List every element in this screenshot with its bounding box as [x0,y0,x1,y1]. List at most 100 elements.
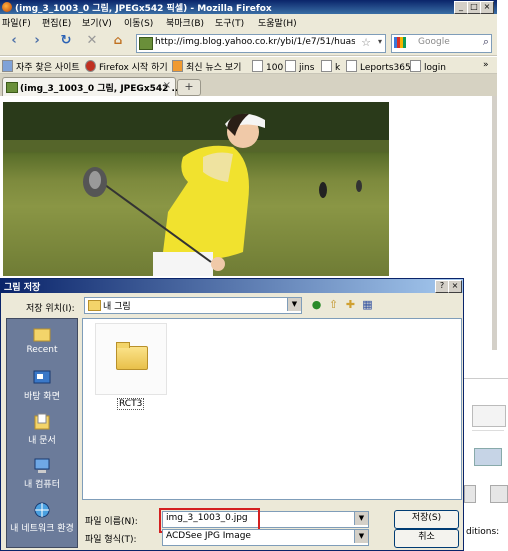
documents-icon [34,413,50,430]
place-label: 내 네트워크 환경 [10,524,74,534]
stop-icon[interactable]: ✕ [84,33,100,51]
save-in-label: 저장 위치(I): [26,304,75,314]
bookmark-label: login [424,63,446,73]
bookmark-100[interactable]: 100 [252,60,283,73]
computer-icon [34,458,50,473]
bookmark-getting-started[interactable]: Firefox 시작 하기 [85,60,168,73]
bookmark-login[interactable]: login [410,60,446,73]
bookmark-icon [2,60,13,72]
firefox-icon [2,2,12,12]
save-in-dropdown[interactable]: 내 그림 ▼ [84,297,302,314]
home-icon[interactable]: ⌂ [110,33,126,51]
filetype-label: 파일 형식(T): [85,535,137,545]
dialog-title: 그림 저장 [4,283,41,293]
file-list[interactable]: RCT3 [82,318,462,500]
place-my-documents[interactable]: 내 문서 [7,413,77,446]
bookmark-jins[interactable]: jins [285,60,314,73]
chevron-down-icon[interactable]: ▼ [354,530,368,543]
menu-view[interactable]: 보기(V) [82,16,112,29]
folder-rct3[interactable] [95,323,167,395]
dialog-close-button[interactable]: × [448,280,462,293]
save-button[interactable]: 저장(S) [394,510,459,529]
tab-close-icon[interactable]: × [163,80,171,91]
folder-icon [116,342,148,370]
bookmarks-toolbar: 자주 찾은 사이트 Firefox 시작 하기 최신 뉴스 보기 100 jin… [0,57,497,74]
bookmark-label: Firefox 시작 하기 [99,63,168,73]
place-recent[interactable]: Recent [7,325,77,355]
page-icon [346,60,357,72]
page-icon [252,60,263,72]
tab-favicon-icon [6,82,18,93]
back-arrow-icon[interactable]: ● [310,298,323,311]
google-icon[interactable] [394,37,406,48]
golfer-photo [3,102,389,276]
bookmark-label: 자주 찾은 사이트 [16,63,80,73]
bookmark-label: k [335,63,341,73]
search-bar[interactable]: Google ⌕ [391,34,492,53]
site-favicon-icon [139,37,153,50]
chevron-down-icon[interactable]: ▼ [287,298,301,311]
tab-image[interactable]: (img_3_1003_0 그림, JPEGx542 ... × [2,77,182,97]
bookmark-star-icon[interactable]: ☆ [361,36,371,49]
new-folder-icon[interactable]: ✚ [344,298,357,311]
background-window: ditions: [464,350,508,551]
close-button[interactable]: × [480,1,494,14]
url-dropdown-icon[interactable]: ▾ [378,37,382,46]
save-in-value: 내 그림 [103,302,131,312]
menu-tools[interactable]: 도구(T) [215,16,244,29]
bookmark-label: jins [299,63,315,73]
filetype-value: ACDSee JPG Image [166,531,251,541]
url-text: http://img.blog.yahoo.co.kr/ybi/1/e7/51/… [155,37,355,47]
desktop-icon [33,370,51,384]
navigation-toolbar: ‹ › ↻ ✕ ⌂ http://img.blog.yahoo.co.kr/yb… [0,29,497,56]
minimize-button[interactable]: _ [454,1,468,14]
place-network[interactable]: 내 네트워크 환경 [7,501,77,534]
bookmark-label: 100 [266,63,284,73]
place-desktop[interactable]: 바탕 화면 [7,369,77,402]
forward-icon[interactable]: › [26,33,48,51]
page-icon [410,60,421,72]
filetype-select[interactable]: ACDSee JPG Image ▼ [162,529,369,546]
filename-label: 파일 이름(N): [85,517,138,527]
page-icon [285,60,296,72]
save-image-dialog: 그림 저장 ? × 저장 위치(I): 내 그림 ▼ ● ⇧ ✚ ▦ Recen… [0,278,464,551]
folder-label[interactable]: RCT3 [117,398,145,410]
bookmark-label: 최신 뉴스 보기 [186,63,242,73]
rss-icon [172,60,183,72]
bookmark-k[interactable]: k [321,60,340,73]
menu-go[interactable]: 이동(S) [124,16,153,29]
menu-file[interactable]: 파일(F) [2,16,31,29]
firefox-bookmark-icon [85,60,96,72]
bookmarks-overflow-icon[interactable]: » [483,60,489,70]
dialog-titlebar: 그림 저장 ? × [1,279,463,293]
view-menu-icon[interactable]: ▦ [361,298,374,311]
reload-icon[interactable]: ↻ [58,33,74,51]
menu-bookmarks[interactable]: 북마크(B) [166,16,204,29]
menu-bar: 파일(F) 편집(E) 보기(V) 이동(S) 북마크(B) 도구(T) 도움말… [0,14,497,29]
place-label: 바탕 화면 [24,392,60,402]
place-my-computer[interactable]: 내 컴퓨터 [7,457,77,490]
url-bar[interactable]: http://img.blog.yahoo.co.kr/ybi/1/e7/51/… [136,34,386,53]
browser-titlebar: (img_3_1003_0 그림, JPEGx542 픽셀) - Mozilla… [0,0,497,14]
golfer-photo-graphic [3,102,389,276]
menu-help[interactable]: 도움말(H) [258,16,297,29]
bookmark-latest-news[interactable]: 최신 뉴스 보기 [172,60,241,73]
place-label: Recent [26,345,58,355]
search-icon[interactable]: ⌕ [483,35,489,49]
tab-strip: (img_3_1003_0 그림, JPEGx542 ... × + [0,74,497,97]
menu-edit[interactable]: 편집(E) [42,16,71,29]
bookmark-label: Leports365 [360,63,411,73]
bookmark-most-visited[interactable]: 자주 찾은 사이트 [2,60,80,73]
recent-icon [33,328,51,342]
help-button[interactable]: ? [435,280,449,293]
chevron-down-icon[interactable]: ▼ [354,512,368,525]
up-folder-icon[interactable]: ⇧ [327,298,340,311]
page-scrollbar[interactable] [492,96,497,351]
page-icon [321,60,332,72]
bookmark-leports365[interactable]: Leports365 [346,60,411,73]
back-icon[interactable]: ‹ [2,33,26,51]
new-tab-button[interactable]: + [177,79,201,96]
place-label: 내 컴퓨터 [24,480,60,490]
maximize-button[interactable]: □ [467,1,481,14]
cancel-button[interactable]: 취소 [394,529,459,548]
